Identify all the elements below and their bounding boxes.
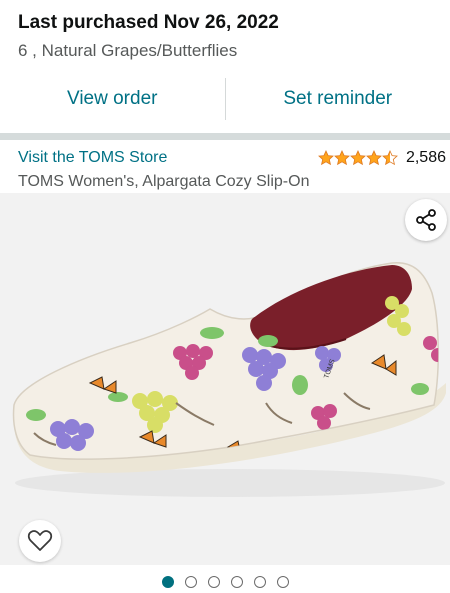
carousel-dot[interactable]	[161, 576, 174, 588]
section-divider	[0, 133, 450, 140]
product-title: TOMS Women's, Alpargata Cozy Slip-On	[18, 173, 310, 190]
carousel-dot[interactable]	[276, 576, 289, 588]
star-icon	[366, 150, 382, 166]
order-action-row: View order Set reminder	[0, 78, 450, 120]
wishlist-button[interactable]	[19, 520, 61, 562]
carousel-dot[interactable]	[253, 576, 266, 588]
carousel-indicator	[0, 575, 450, 589]
visit-store-link[interactable]: Visit the TOMS Store	[18, 147, 167, 169]
heart-icon	[27, 530, 53, 551]
carousel-dot[interactable]	[230, 576, 243, 588]
star-rating	[318, 150, 398, 166]
rating-summary[interactable]: 2,586	[318, 147, 446, 169]
rating-count: 2,586	[405, 149, 446, 166]
product-image[interactable]: TOMS	[0, 193, 450, 565]
shoe-illustration: TOMS	[12, 262, 446, 497]
share-button[interactable]	[405, 199, 447, 241]
share-icon	[416, 209, 436, 231]
star-icon	[318, 150, 334, 166]
view-order-button[interactable]: View order	[0, 78, 225, 120]
set-reminder-button[interactable]: Set reminder	[226, 78, 450, 120]
star-icon	[382, 150, 398, 166]
store-row: Visit the TOMS Store 2,586	[18, 147, 446, 169]
purchase-header: Last purchased Nov 26, 2022 6 , Natural …	[18, 10, 438, 63]
carousel-dot[interactable]	[184, 576, 197, 588]
star-icon	[350, 150, 366, 166]
carousel-dot[interactable]	[207, 576, 220, 588]
purchased-variant: 6 , Natural Grapes/Butterflies	[18, 41, 238, 60]
last-purchased-title: Last purchased Nov 26, 2022	[18, 12, 279, 33]
star-icon	[334, 150, 350, 166]
